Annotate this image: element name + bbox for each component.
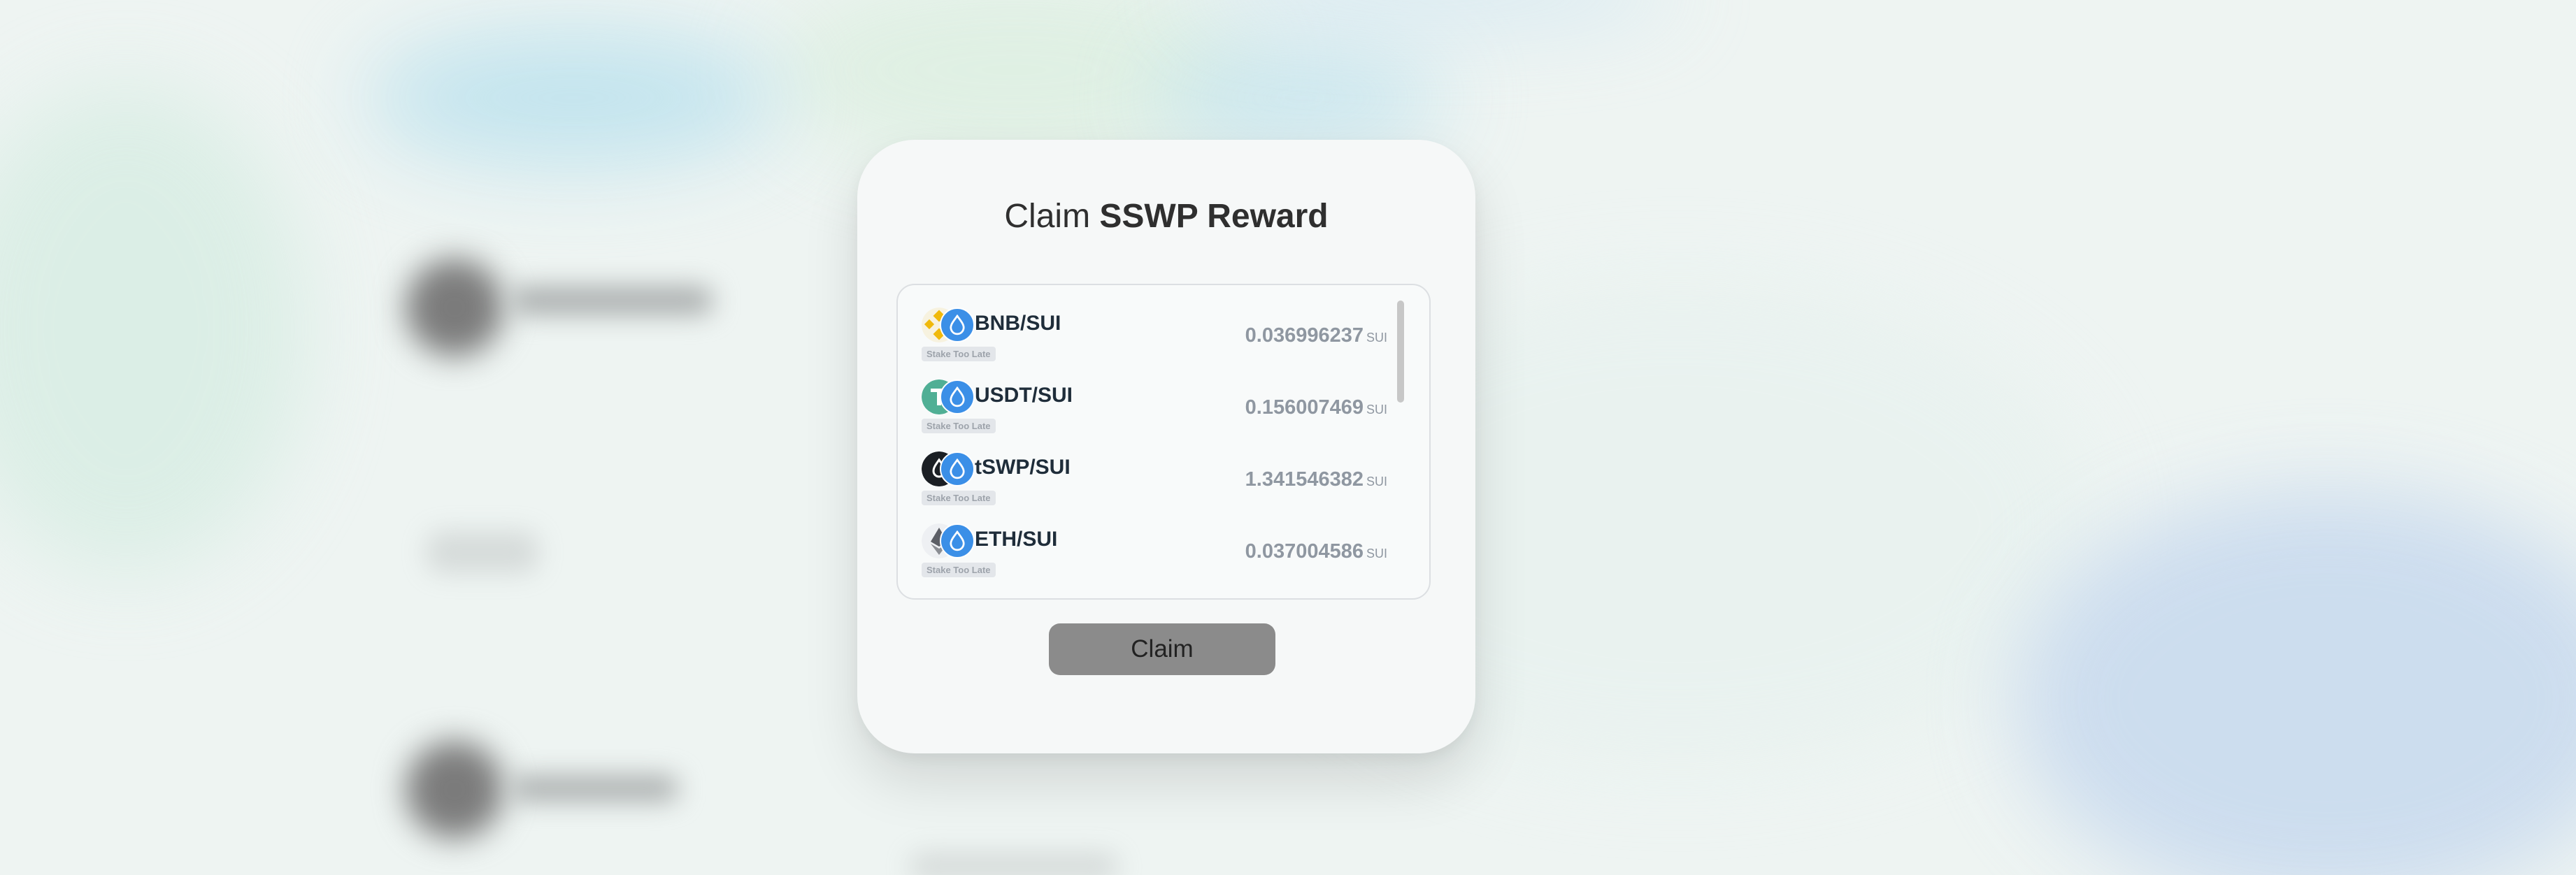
pair-icons — [922, 523, 975, 558]
amount-unit: SUI — [1366, 475, 1387, 489]
title-prefix: Claim — [1004, 198, 1091, 235]
reward-amount: 1.341546382 SUI — [1245, 468, 1387, 491]
amount-value: 0.036996237 — [1245, 324, 1364, 347]
status-badge: Stake Too Late — [922, 419, 996, 433]
amount-unit: SUI — [1366, 331, 1387, 345]
sui-icon — [940, 379, 975, 414]
amount-value: 1.341546382 — [1245, 468, 1364, 491]
amount-value: 0.156007469 — [1245, 396, 1364, 419]
reward-amount: 0.036996237 SUI — [1245, 324, 1387, 347]
reward-list[interactable]: BNB/SUI Stake Too Late 0.036996237 SUI US… — [896, 284, 1431, 600]
claim-button[interactable]: Claim — [1049, 623, 1275, 675]
pair-label: tSWP/SUI — [975, 456, 1071, 479]
reward-amount: 0.156007469 SUI — [1245, 396, 1387, 419]
pair-label: USDT/SUI — [975, 384, 1073, 407]
reward-row-tswp-sui: tSWP/SUI Stake Too Late 1.341546382 SUI — [922, 438, 1387, 507]
status-badge: Stake Too Late — [922, 491, 996, 505]
list-scrollbar[interactable] — [1397, 301, 1404, 403]
amount-unit: SUI — [1366, 547, 1387, 561]
title-strong: SSWP Reward — [1099, 198, 1329, 235]
claim-reward-modal: Claim SSWP Reward BNB/SUI Stake Too Late… — [857, 140, 1475, 753]
status-badge: Stake Too Late — [922, 347, 996, 361]
reward-row-eth-sui: ETH/SUI Stake Too Late 0.037004586 SUI — [922, 509, 1387, 579]
reward-amount: 0.037004586 SUI — [1245, 540, 1387, 563]
reward-row-usdt-sui: USDT/SUI Stake Too Late 0.156007469 SUI — [922, 366, 1387, 435]
pair-icons — [922, 451, 975, 486]
sui-icon — [940, 308, 975, 342]
sui-icon — [940, 451, 975, 486]
modal-title: Claim SSWP Reward — [857, 197, 1475, 236]
pair-label: BNB/SUI — [975, 312, 1061, 335]
pair-icons — [922, 379, 975, 414]
sui-icon — [940, 523, 975, 558]
amount-unit: SUI — [1366, 403, 1387, 417]
pair-label: ETH/SUI — [975, 528, 1058, 551]
amount-value: 0.037004586 — [1245, 540, 1364, 563]
pair-icons — [922, 308, 975, 342]
reward-row-bnb-sui: BNB/SUI Stake Too Late 0.036996237 SUI — [922, 294, 1387, 363]
status-badge: Stake Too Late — [922, 563, 996, 577]
